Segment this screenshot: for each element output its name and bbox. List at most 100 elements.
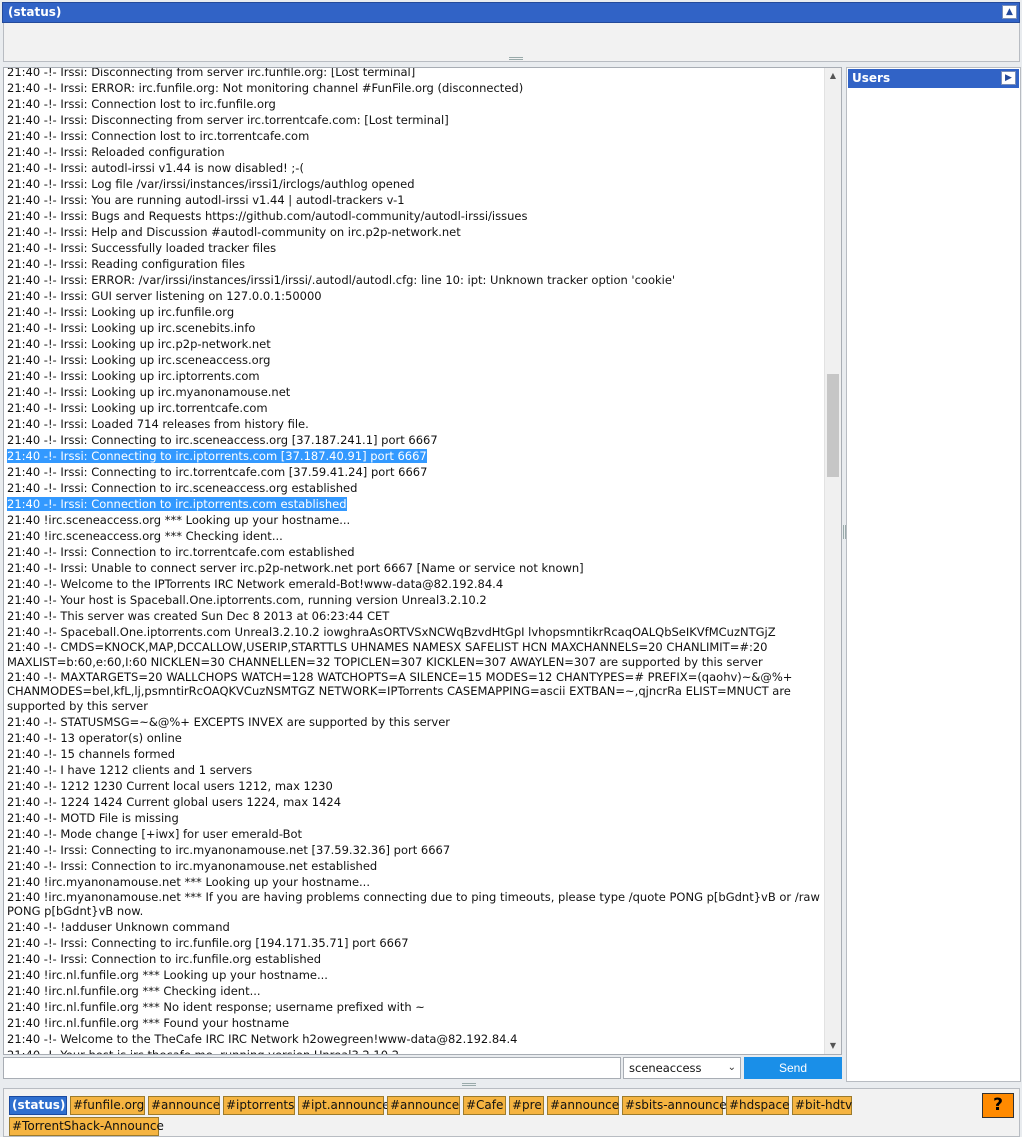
log-line: 21:40 !irc.nl.funfile.org *** No ident r… xyxy=(7,999,822,1015)
log-line-text: 21:40 -!- Irssi: Help and Discussion #au… xyxy=(7,225,461,239)
log-line: 21:40 -!- This server was created Sun De… xyxy=(7,608,822,624)
log-line-text: 21:40 !irc.nl.funfile.org *** Looking up… xyxy=(7,968,328,982)
log-line-text: 21:40 -!- Irssi: Looking up irc.myanonam… xyxy=(7,385,291,399)
log-line: 21:40 !irc.nl.funfile.org *** Looking up… xyxy=(7,967,822,983)
log-line-text: 21:40 -!- Irssi: GUI server listening on… xyxy=(7,289,322,303)
log-line: 21:40 -!- Irssi: Connection to irc.scene… xyxy=(7,480,822,496)
log-line-text: 21:40 -!- Irssi: Connecting to irc.iptor… xyxy=(7,449,427,463)
channel-tab[interactable]: #announce xyxy=(387,1096,460,1115)
log-line-text: 21:40 -!- Irssi: Disconnecting from serv… xyxy=(7,113,449,127)
log-line-text: 21:40 -!- I have 1212 clients and 1 serv… xyxy=(7,762,253,777)
channel-tab[interactable]: #Cafe xyxy=(463,1096,506,1115)
log-line-text: 21:40 -!- Welcome to the IPTorrents IRC … xyxy=(7,577,504,591)
log-line: 21:40 -!- Your host is irc.thecafe.me, r… xyxy=(7,1047,822,1055)
help-button[interactable]: ? xyxy=(982,1093,1014,1118)
log-line: 21:40 !irc.sceneaccess.org *** Looking u… xyxy=(7,512,822,528)
log-line-text: 21:40 -!- Irssi: autodl-irssi v1.44 is n… xyxy=(7,161,304,175)
log-line-text: 21:40 -!- Irssi: Disconnecting from serv… xyxy=(7,67,416,79)
channel-tab[interactable]: #ipt.announce xyxy=(298,1096,390,1115)
log-scrollbar[interactable]: ▲ ▼ xyxy=(824,68,841,1054)
log-line-text: 21:40 -!- Irssi: Connection to irc.torre… xyxy=(7,545,355,559)
log-line: 21:40 -!- Irssi: Connecting to irc.myano… xyxy=(7,842,822,858)
log-line: 21:40 -!- Irssi: autodl-irssi v1.44 is n… xyxy=(7,160,822,176)
log-line-text: 21:40 !irc.sceneaccess.org *** Checking … xyxy=(7,529,283,543)
log-line-text: 21:40 -!- Irssi: Reloaded configuration xyxy=(7,145,225,159)
users-header: Users ▶ xyxy=(848,69,1019,88)
log-line: 21:40 -!- Irssi: Connecting to irc.torre… xyxy=(7,464,822,480)
log-line: 21:40 -!- Irssi: Looking up irc.p2p-netw… xyxy=(7,336,822,352)
log-line-text: 21:40 -!- CMDS=KNOCK,MAP,DCCALLOW,USERIP… xyxy=(7,640,768,669)
log-line: 21:40 -!- Irssi: Looking up irc.scenebit… xyxy=(7,320,822,336)
channel-tab[interactable]: #bit-hdtv xyxy=(792,1096,852,1115)
network-select[interactable]: sceneaccess ⌄ xyxy=(623,1057,741,1079)
log-lines: 21:40 -!- Irssi: Disconnecting from serv… xyxy=(7,67,822,1055)
log-line-text: 21:40 -!- Irssi: Connecting to irc.funfi… xyxy=(7,936,409,950)
scroll-thumb[interactable] xyxy=(827,374,839,477)
log-line: 21:40 -!- Your host is Spaceball.One.ipt… xyxy=(7,592,822,608)
resize-grip-icon[interactable] xyxy=(509,57,523,60)
log-line-text: 21:40 !irc.myanonamouse.net *** If you a… xyxy=(7,889,820,919)
send-button[interactable]: Send xyxy=(744,1057,842,1079)
channel-tab[interactable]: #pre xyxy=(509,1096,544,1115)
log-line-text: 21:40 -!- Irssi: Successfully loaded tra… xyxy=(7,241,277,255)
message-log[interactable]: 21:40 -!- Irssi: Disconnecting from serv… xyxy=(3,67,842,1055)
log-line-text: 21:40 -!- Irssi: Reading configuration f… xyxy=(7,257,245,271)
log-line: 21:40 -!- Irssi: You are running autodl-… xyxy=(7,192,822,208)
log-line-text: 21:40 !irc.nl.funfile.org *** Checking i… xyxy=(7,984,261,998)
log-line-text: 21:40 -!- Irssi: Looking up irc.funfile.… xyxy=(7,305,235,319)
log-line-text: 21:40 !irc.nl.funfile.org *** No ident r… xyxy=(7,1000,425,1014)
channel-tab[interactable]: #iptorrents xyxy=(223,1096,295,1115)
channel-tab[interactable]: #announce xyxy=(547,1096,619,1115)
log-line-text: 21:40 -!- Welcome to the TheCafe IRC IRC… xyxy=(7,1032,518,1046)
channel-tab[interactable]: #announce xyxy=(148,1096,220,1115)
log-line-text: 21:40 -!- Irssi: Connecting to irc.scene… xyxy=(7,433,438,447)
log-line-text: 21:40 -!- Mode change [+iwx] for user em… xyxy=(7,826,303,841)
log-line-text: 21:40 -!- Irssi: Connection to irc.myano… xyxy=(7,858,378,873)
users-panel: Users ▶ xyxy=(846,67,1021,1082)
collapse-right-icon[interactable]: ▶ xyxy=(1001,71,1016,85)
log-line: 21:40 !irc.myanonamouse.net *** Looking … xyxy=(7,874,822,890)
log-line-text: 21:40 -!- STATUSMSG=~&@%+ EXCEPTS INVEX … xyxy=(7,714,451,729)
channel-tab[interactable]: #funfile.org xyxy=(70,1096,145,1115)
log-line-text: 21:40 -!- 1212 1230 Current local users … xyxy=(7,778,333,793)
log-line-text: 21:40 !irc.sceneaccess.org *** Looking u… xyxy=(7,513,351,527)
log-line: 21:40 -!- Irssi: Reading configuration f… xyxy=(7,256,822,272)
log-line: 21:40 -!- Irssi: Unable to connect serve… xyxy=(7,560,822,576)
log-line-text: 21:40 -!- Irssi: Connecting to irc.myano… xyxy=(7,842,451,857)
log-line: 21:40 -!- Irssi: Disconnecting from serv… xyxy=(7,67,822,80)
log-line: 21:40 -!- Irssi: Connection lost to irc.… xyxy=(7,96,822,112)
log-line-text: 21:40 -!- Your host is irc.thecafe.me, r… xyxy=(7,1048,400,1055)
log-line: 21:40 -!- Irssi: Loaded 714 releases fro… xyxy=(7,416,822,432)
log-line: 21:40 -!- Irssi: ERROR: irc.funfile.org:… xyxy=(7,80,822,96)
chevron-down-icon: ⌄ xyxy=(727,1062,736,1073)
log-line: 21:40 -!- Irssi: Connecting to irc.funfi… xyxy=(7,935,822,951)
log-line-text: 21:40 -!- Irssi: Log file /var/irssi/ins… xyxy=(7,177,415,191)
input-row: sceneaccess ⌄ Send xyxy=(3,1057,842,1081)
log-line-text: 21:40 -!- Irssi: ERROR: /var/irssi/insta… xyxy=(7,273,676,287)
collapse-up-icon[interactable]: ▲ xyxy=(1002,5,1017,19)
log-line: 21:40 -!- MAXTARGETS=20 WALLCHOPS WATCH=… xyxy=(7,670,822,714)
log-line: 21:40 -!- Welcome to the IPTorrents IRC … xyxy=(7,576,822,592)
log-line-text: 21:40 -!- Irssi: Looking up irc.sceneacc… xyxy=(7,353,271,367)
channel-tab[interactable]: #hdspace xyxy=(726,1096,789,1115)
message-input[interactable] xyxy=(3,1057,621,1079)
scroll-up-icon[interactable]: ▲ xyxy=(825,68,841,84)
users-title: Users xyxy=(852,71,891,85)
channel-tab[interactable]: (status) xyxy=(9,1096,67,1115)
log-line: 21:40 -!- CMDS=KNOCK,MAP,DCCALLOW,USERIP… xyxy=(7,640,822,670)
log-line: 21:40 -!- Irssi: Log file /var/irssi/ins… xyxy=(7,176,822,192)
window-tab-bar: (status) #funfile.org #announce #iptorrents… xyxy=(3,1088,1020,1137)
log-line-text: 21:40 !irc.myanonamouse.net *** Looking … xyxy=(7,874,370,889)
log-line-text: 21:40 -!- 13 operator(s) online xyxy=(7,730,182,745)
scroll-down-icon[interactable]: ▼ xyxy=(825,1038,841,1054)
log-line: 21:40 -!- Irssi: Connection to irc.myano… xyxy=(7,858,822,874)
log-line: 21:40 -!- Irssi: Connection to irc.funfi… xyxy=(7,951,822,967)
log-line-text: 21:40 -!- Irssi: Bugs and Requests https… xyxy=(7,209,528,223)
channel-tab[interactable]: #sbits-announce xyxy=(622,1096,727,1115)
log-line: 21:40 -!- Irssi: Connecting to irc.scene… xyxy=(7,432,822,448)
log-line: 21:40 -!- Irssi: Bugs and Requests https… xyxy=(7,208,822,224)
log-line-text: 21:40 -!- Your host is Spaceball.One.ipt… xyxy=(7,593,487,607)
channel-tab[interactable]: #TorrentShack-Announce xyxy=(9,1117,164,1136)
log-line-text: 21:40 -!- Irssi: Connecting to irc.torre… xyxy=(7,465,428,479)
bottom-resize-grip-icon[interactable] xyxy=(462,1083,476,1086)
